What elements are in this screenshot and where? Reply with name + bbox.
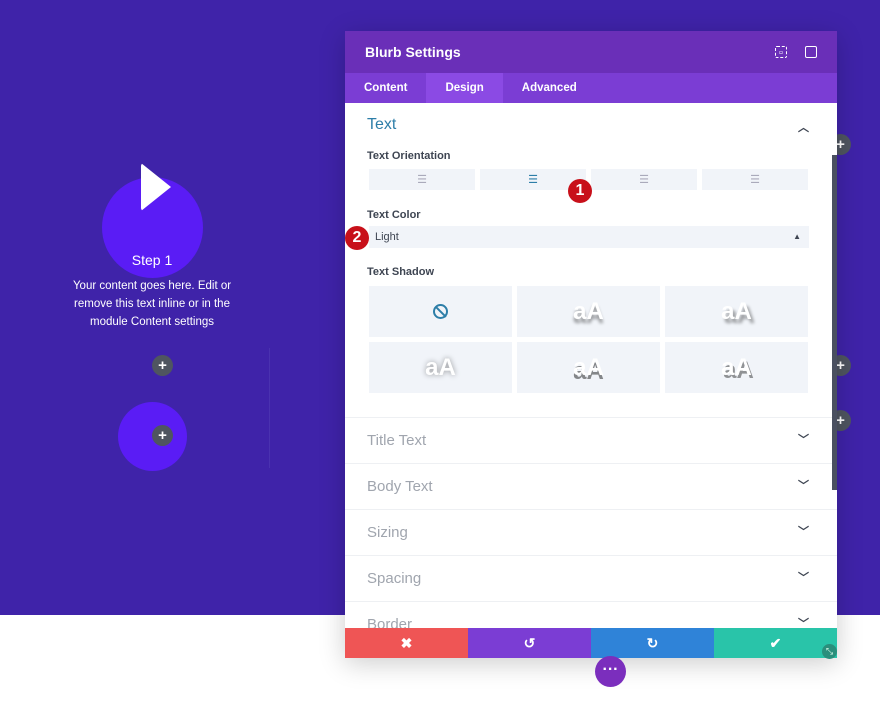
shadow-sample: aA bbox=[425, 353, 456, 381]
no-shadow-icon bbox=[433, 304, 448, 319]
fullscreen-icon[interactable]: ▫ bbox=[775, 46, 787, 59]
text-color-select[interactable]: Light ▲ bbox=[369, 226, 809, 248]
shadow-sample: aA bbox=[573, 353, 604, 381]
panel-body: Text ︿ Text Orientation ☰ ☰ ☰ ☰ Text Col… bbox=[345, 103, 837, 628]
text-color-label: Text Color bbox=[367, 209, 421, 221]
shadow-sample: aA bbox=[721, 353, 752, 381]
shadow-sample: aA bbox=[573, 297, 604, 325]
add-module-button[interactable]: + bbox=[152, 355, 173, 376]
align-justify-icon: ☰ bbox=[750, 174, 760, 186]
add-module-button-2[interactable]: + bbox=[152, 425, 173, 446]
shadow-option-4[interactable]: aA bbox=[517, 342, 660, 393]
tab-content[interactable]: Content bbox=[345, 73, 426, 103]
section-body-text-toggle[interactable]: Body Text ﹀ bbox=[345, 463, 837, 509]
align-justify-button[interactable]: ☰ bbox=[702, 169, 808, 190]
align-left-button[interactable]: ☰ bbox=[369, 169, 475, 190]
chevron-up-icon[interactable]: ︿ bbox=[798, 119, 809, 135]
undo-button[interactable]: ↺ bbox=[468, 628, 591, 658]
panel-header: Blurb Settings ▫ bbox=[345, 31, 837, 73]
section-label: Sizing bbox=[367, 524, 408, 541]
tab-design[interactable]: Design bbox=[426, 73, 503, 103]
blurb-description: Your content goes here. Edit or remove t… bbox=[72, 280, 232, 328]
shadow-option-1[interactable]: aA bbox=[517, 286, 660, 337]
shadow-option-2[interactable]: aA bbox=[665, 286, 808, 337]
section-label: Border bbox=[367, 616, 413, 628]
text-shadow-label: Text Shadow bbox=[367, 266, 435, 278]
section-label: Spacing bbox=[367, 570, 422, 587]
annotation-badge-2: 2 bbox=[345, 226, 369, 250]
more-options-button[interactable]: ··· bbox=[595, 656, 626, 687]
text-orientation-label: Text Orientation bbox=[367, 150, 451, 162]
play-icon bbox=[141, 163, 171, 211]
chevron-down-icon: ﹀ bbox=[798, 618, 809, 628]
cancel-button[interactable]: ✖ bbox=[345, 628, 468, 658]
resize-handle-icon[interactable]: ⤡ bbox=[822, 644, 837, 659]
blurb-title: Step 1 bbox=[131, 252, 173, 268]
text-shadow-options: aA aA aA aA aA bbox=[369, 286, 808, 393]
chevron-down-icon: ﹀ bbox=[798, 572, 809, 584]
panel-tabs: Content Design Advanced bbox=[345, 73, 837, 103]
text-color-value: Light bbox=[375, 231, 399, 243]
tab-advanced[interactable]: Advanced bbox=[503, 73, 596, 103]
shadow-sample: aA bbox=[721, 297, 752, 325]
shadow-option-5[interactable]: aA bbox=[665, 342, 808, 393]
blurb-settings-panel: Blurb Settings ▫ Content Design Advanced… bbox=[345, 31, 837, 658]
panel-title: Blurb Settings bbox=[365, 44, 461, 60]
chevron-down-icon: ﹀ bbox=[798, 480, 809, 492]
select-arrows-icon: ▲ bbox=[793, 232, 801, 241]
align-right-icon: ☰ bbox=[639, 174, 649, 186]
panel-footer: ✖ ↺ ↻ ✔ bbox=[345, 628, 837, 658]
column-divider bbox=[269, 348, 270, 468]
section-border-toggle[interactable]: Border ﹀ bbox=[345, 601, 837, 628]
redo-button[interactable]: ↻ bbox=[591, 628, 714, 658]
shadow-option-3[interactable]: aA bbox=[369, 342, 512, 393]
chevron-down-icon: ﹀ bbox=[798, 526, 809, 538]
section-spacing-toggle[interactable]: Spacing ﹀ bbox=[345, 555, 837, 601]
align-center-icon: ☰ bbox=[528, 174, 538, 186]
section-title-text[interactable]: Text bbox=[367, 116, 396, 134]
section-sizing-toggle[interactable]: Sizing ﹀ bbox=[345, 509, 837, 555]
chevron-down-icon: ﹀ bbox=[798, 434, 809, 446]
section-title-text-toggle[interactable]: Title Text ﹀ bbox=[345, 417, 837, 463]
sidebar-toggle-icon[interactable] bbox=[805, 46, 817, 58]
section-label: Body Text bbox=[367, 478, 433, 495]
align-right-button[interactable]: ☰ bbox=[591, 169, 697, 190]
save-button[interactable]: ✔ bbox=[714, 628, 837, 658]
panel-scrollbar[interactable] bbox=[832, 155, 837, 490]
section-label: Title Text bbox=[367, 432, 427, 449]
shadow-none-option[interactable] bbox=[369, 286, 512, 337]
annotation-badge-1: 1 bbox=[568, 179, 592, 203]
align-left-icon: ☰ bbox=[417, 174, 427, 186]
